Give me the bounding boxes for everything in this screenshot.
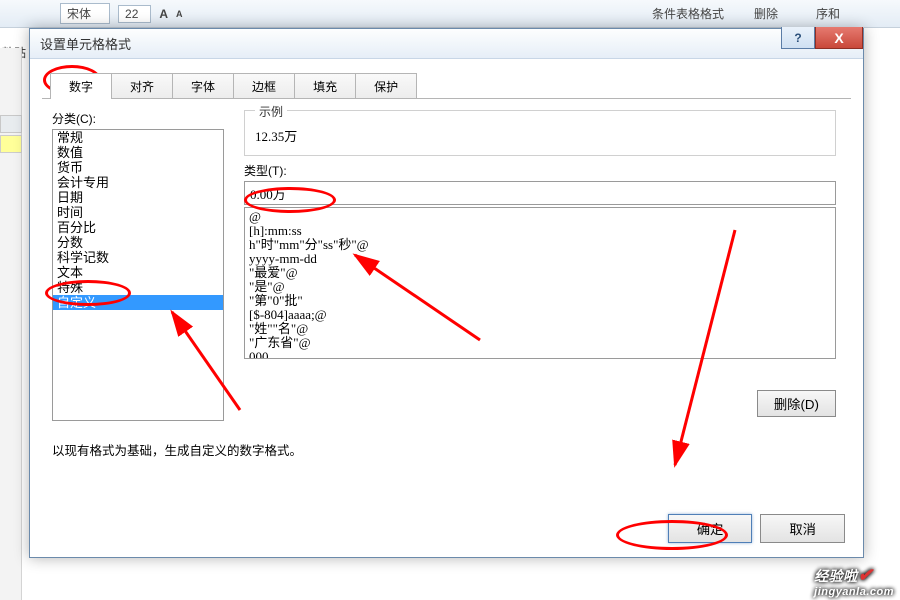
ribbon-delete[interactable]: 删除 — [754, 5, 778, 22]
tab-font[interactable]: 字体 — [172, 73, 234, 99]
list-item[interactable]: 时间 — [53, 205, 223, 220]
list-item[interactable]: "姓""名"@ — [249, 322, 831, 336]
list-item[interactable]: [h]:mm:ss — [249, 224, 831, 238]
list-item-custom[interactable]: 自定义 — [53, 295, 223, 310]
list-item[interactable]: 货币 — [53, 160, 223, 175]
list-item[interactable]: "是"@ — [249, 280, 831, 294]
list-item[interactable]: 000 — [249, 350, 831, 359]
type-input[interactable] — [244, 181, 836, 205]
dialog-help-button[interactable]: ? — [781, 27, 815, 49]
row-header[interactable] — [0, 115, 22, 133]
watermark-brand: 经验啦 — [814, 568, 858, 584]
watermark-url: jingyanla.com — [814, 586, 894, 598]
category-listbox[interactable]: 常规 数值 货币 会计专用 日期 时间 百分比 分数 科学记数 文本 特殊 自定… — [52, 129, 224, 421]
tab-alignment[interactable]: 对齐 — [111, 73, 173, 99]
list-item[interactable]: 数值 — [53, 145, 223, 160]
sample-frame: 示例 12.35万 — [244, 110, 836, 156]
check-icon: ✔ — [858, 565, 874, 585]
decrease-font-icon[interactable]: A — [176, 9, 183, 19]
list-item[interactable]: 日期 — [53, 190, 223, 205]
excel-ribbon: 宋体 22 A A 条件表格格式 删除 序和 — [0, 0, 900, 28]
list-item[interactable]: 科学记数 — [53, 250, 223, 265]
list-item[interactable]: 特殊 — [53, 280, 223, 295]
type-listbox[interactable]: @ [h]:mm:ss h"时"mm"分"ss"秒"@ yyyy-mm-dd "… — [244, 207, 836, 359]
delete-button[interactable]: 删除(D) — [757, 390, 836, 417]
dialog-tabs: 数字 对齐 字体 边框 填充 保护 — [50, 73, 863, 99]
format-cells-dialog: 设置单元格格式 ? X 数字 对齐 字体 边框 填充 保护 分类(C): 常规 … — [29, 28, 864, 558]
watermark: 经验啦✔ jingyanla.com — [814, 565, 894, 598]
list-item[interactable]: "最爱"@ — [249, 266, 831, 280]
dialog-title: 设置单元格格式 — [36, 34, 131, 53]
font-size-combo[interactable]: 22 — [118, 5, 151, 23]
dialog-titlebar: 设置单元格格式 ? X — [30, 29, 863, 59]
list-item[interactable]: 百分比 — [53, 220, 223, 235]
tab-number[interactable]: 数字 — [50, 73, 112, 99]
ok-button[interactable]: 确定 — [668, 514, 753, 543]
cancel-button[interactable]: 取消 — [760, 514, 845, 543]
dialog-close-button[interactable]: X — [815, 27, 863, 49]
sample-value: 12.35万 — [255, 126, 825, 145]
tab-border[interactable]: 边框 — [233, 73, 295, 99]
tab-protection[interactable]: 保护 — [355, 73, 417, 99]
ribbon-conditional-format[interactable]: 条件表格格式 — [652, 5, 724, 22]
font-name-combo[interactable]: 宋体 — [60, 3, 110, 24]
list-item[interactable]: 会计专用 — [53, 175, 223, 190]
list-item[interactable]: @ — [249, 210, 831, 224]
list-item[interactable]: 常规 — [53, 130, 223, 145]
list-item[interactable]: [$-804]aaaa;@ — [249, 308, 831, 322]
tab-fill[interactable]: 填充 — [294, 73, 356, 99]
list-item[interactable]: 分数 — [53, 235, 223, 250]
list-item[interactable]: yyyy-mm-dd — [249, 252, 831, 266]
type-label: 类型(T): — [244, 162, 836, 179]
active-cell-marker — [0, 135, 22, 153]
list-item[interactable]: "第"0"批" — [249, 294, 831, 308]
list-item[interactable]: h"时"mm"分"ss"秒"@ — [249, 238, 831, 252]
ribbon-sort: 序和 — [816, 5, 840, 22]
sample-label: 示例 — [255, 103, 287, 120]
list-item[interactable]: "广东省"@ — [249, 336, 831, 350]
list-item[interactable]: 文本 — [53, 265, 223, 280]
increase-font-icon[interactable]: A — [159, 7, 168, 21]
hint-text: 以现有格式为基础，生成自定义的数字格式。 — [52, 440, 302, 459]
